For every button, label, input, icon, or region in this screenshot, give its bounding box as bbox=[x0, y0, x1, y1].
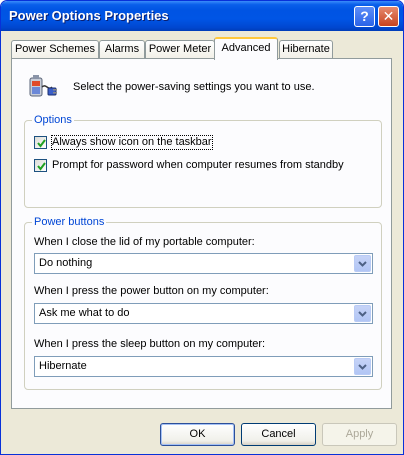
sleep-button-action-value: Hibernate bbox=[39, 360, 87, 372]
power-options-window: Power Options Properties ? ✕ Power Schem… bbox=[0, 0, 404, 455]
lid-action-select[interactable]: Do nothing bbox=[34, 253, 373, 274]
lid-dropdown-button[interactable] bbox=[354, 255, 371, 272]
tab-alarms[interactable]: Alarms bbox=[99, 40, 145, 59]
power-button-action-label: When I press the power button on my comp… bbox=[34, 285, 269, 297]
checkmark-icon bbox=[37, 139, 46, 148]
always-show-icon-label[interactable]: Always show icon on the taskbar bbox=[51, 135, 213, 150]
apply-button[interactable]: Apply bbox=[322, 423, 397, 446]
options-group: Options Always show icon on the taskbar … bbox=[24, 114, 382, 208]
window-title: Power Options Properties bbox=[9, 8, 169, 23]
chevron-down-icon bbox=[358, 364, 367, 370]
intro-text: Select the power-saving settings you wan… bbox=[73, 81, 315, 93]
tab-advanced[interactable]: Advanced bbox=[214, 37, 278, 60]
power-buttons-legend: Power buttons bbox=[32, 216, 107, 228]
title-bar[interactable]: Power Options Properties ? ✕ bbox=[1, 1, 403, 31]
lid-action-value: Do nothing bbox=[39, 257, 93, 269]
sleep-button-action-label: When I press the sleep button on my comp… bbox=[34, 338, 266, 350]
sleep-button-action-select[interactable]: Hibernate bbox=[34, 356, 373, 377]
ok-button[interactable]: OK bbox=[160, 423, 235, 446]
prompt-password-label[interactable]: Prompt for password when computer resume… bbox=[52, 159, 344, 172]
lid-action-label: When I close the lid of my portable comp… bbox=[34, 236, 255, 248]
tab-power-meter[interactable]: Power Meter bbox=[145, 40, 215, 59]
help-button[interactable]: ? bbox=[354, 6, 375, 27]
advanced-tab-panel: Select the power-saving settings you wan… bbox=[11, 58, 392, 409]
tab-power-schemes[interactable]: Power Schemes bbox=[11, 40, 99, 59]
chevron-down-icon bbox=[358, 261, 367, 267]
options-legend: Options bbox=[32, 114, 74, 126]
sleep-dropdown-button[interactable] bbox=[354, 358, 371, 375]
tab-hibernate[interactable]: Hibernate bbox=[279, 40, 333, 59]
checkmark-icon bbox=[37, 162, 46, 171]
power-button-action-select[interactable]: Ask me what to do bbox=[34, 303, 373, 324]
prompt-password-checkbox[interactable] bbox=[34, 159, 47, 172]
always-show-icon-checkbox[interactable] bbox=[34, 136, 47, 149]
chevron-down-icon bbox=[358, 311, 367, 317]
help-icon: ? bbox=[360, 8, 369, 24]
power-buttons-group: Power buttons When I close the lid of my… bbox=[24, 216, 382, 390]
close-button[interactable]: ✕ bbox=[378, 6, 399, 27]
power-dropdown-button[interactable] bbox=[354, 305, 371, 322]
close-icon: ✕ bbox=[382, 8, 395, 24]
cancel-button[interactable]: Cancel bbox=[241, 423, 316, 446]
power-plug-battery-icon bbox=[26, 69, 58, 101]
power-button-action-value: Ask me what to do bbox=[39, 307, 130, 319]
